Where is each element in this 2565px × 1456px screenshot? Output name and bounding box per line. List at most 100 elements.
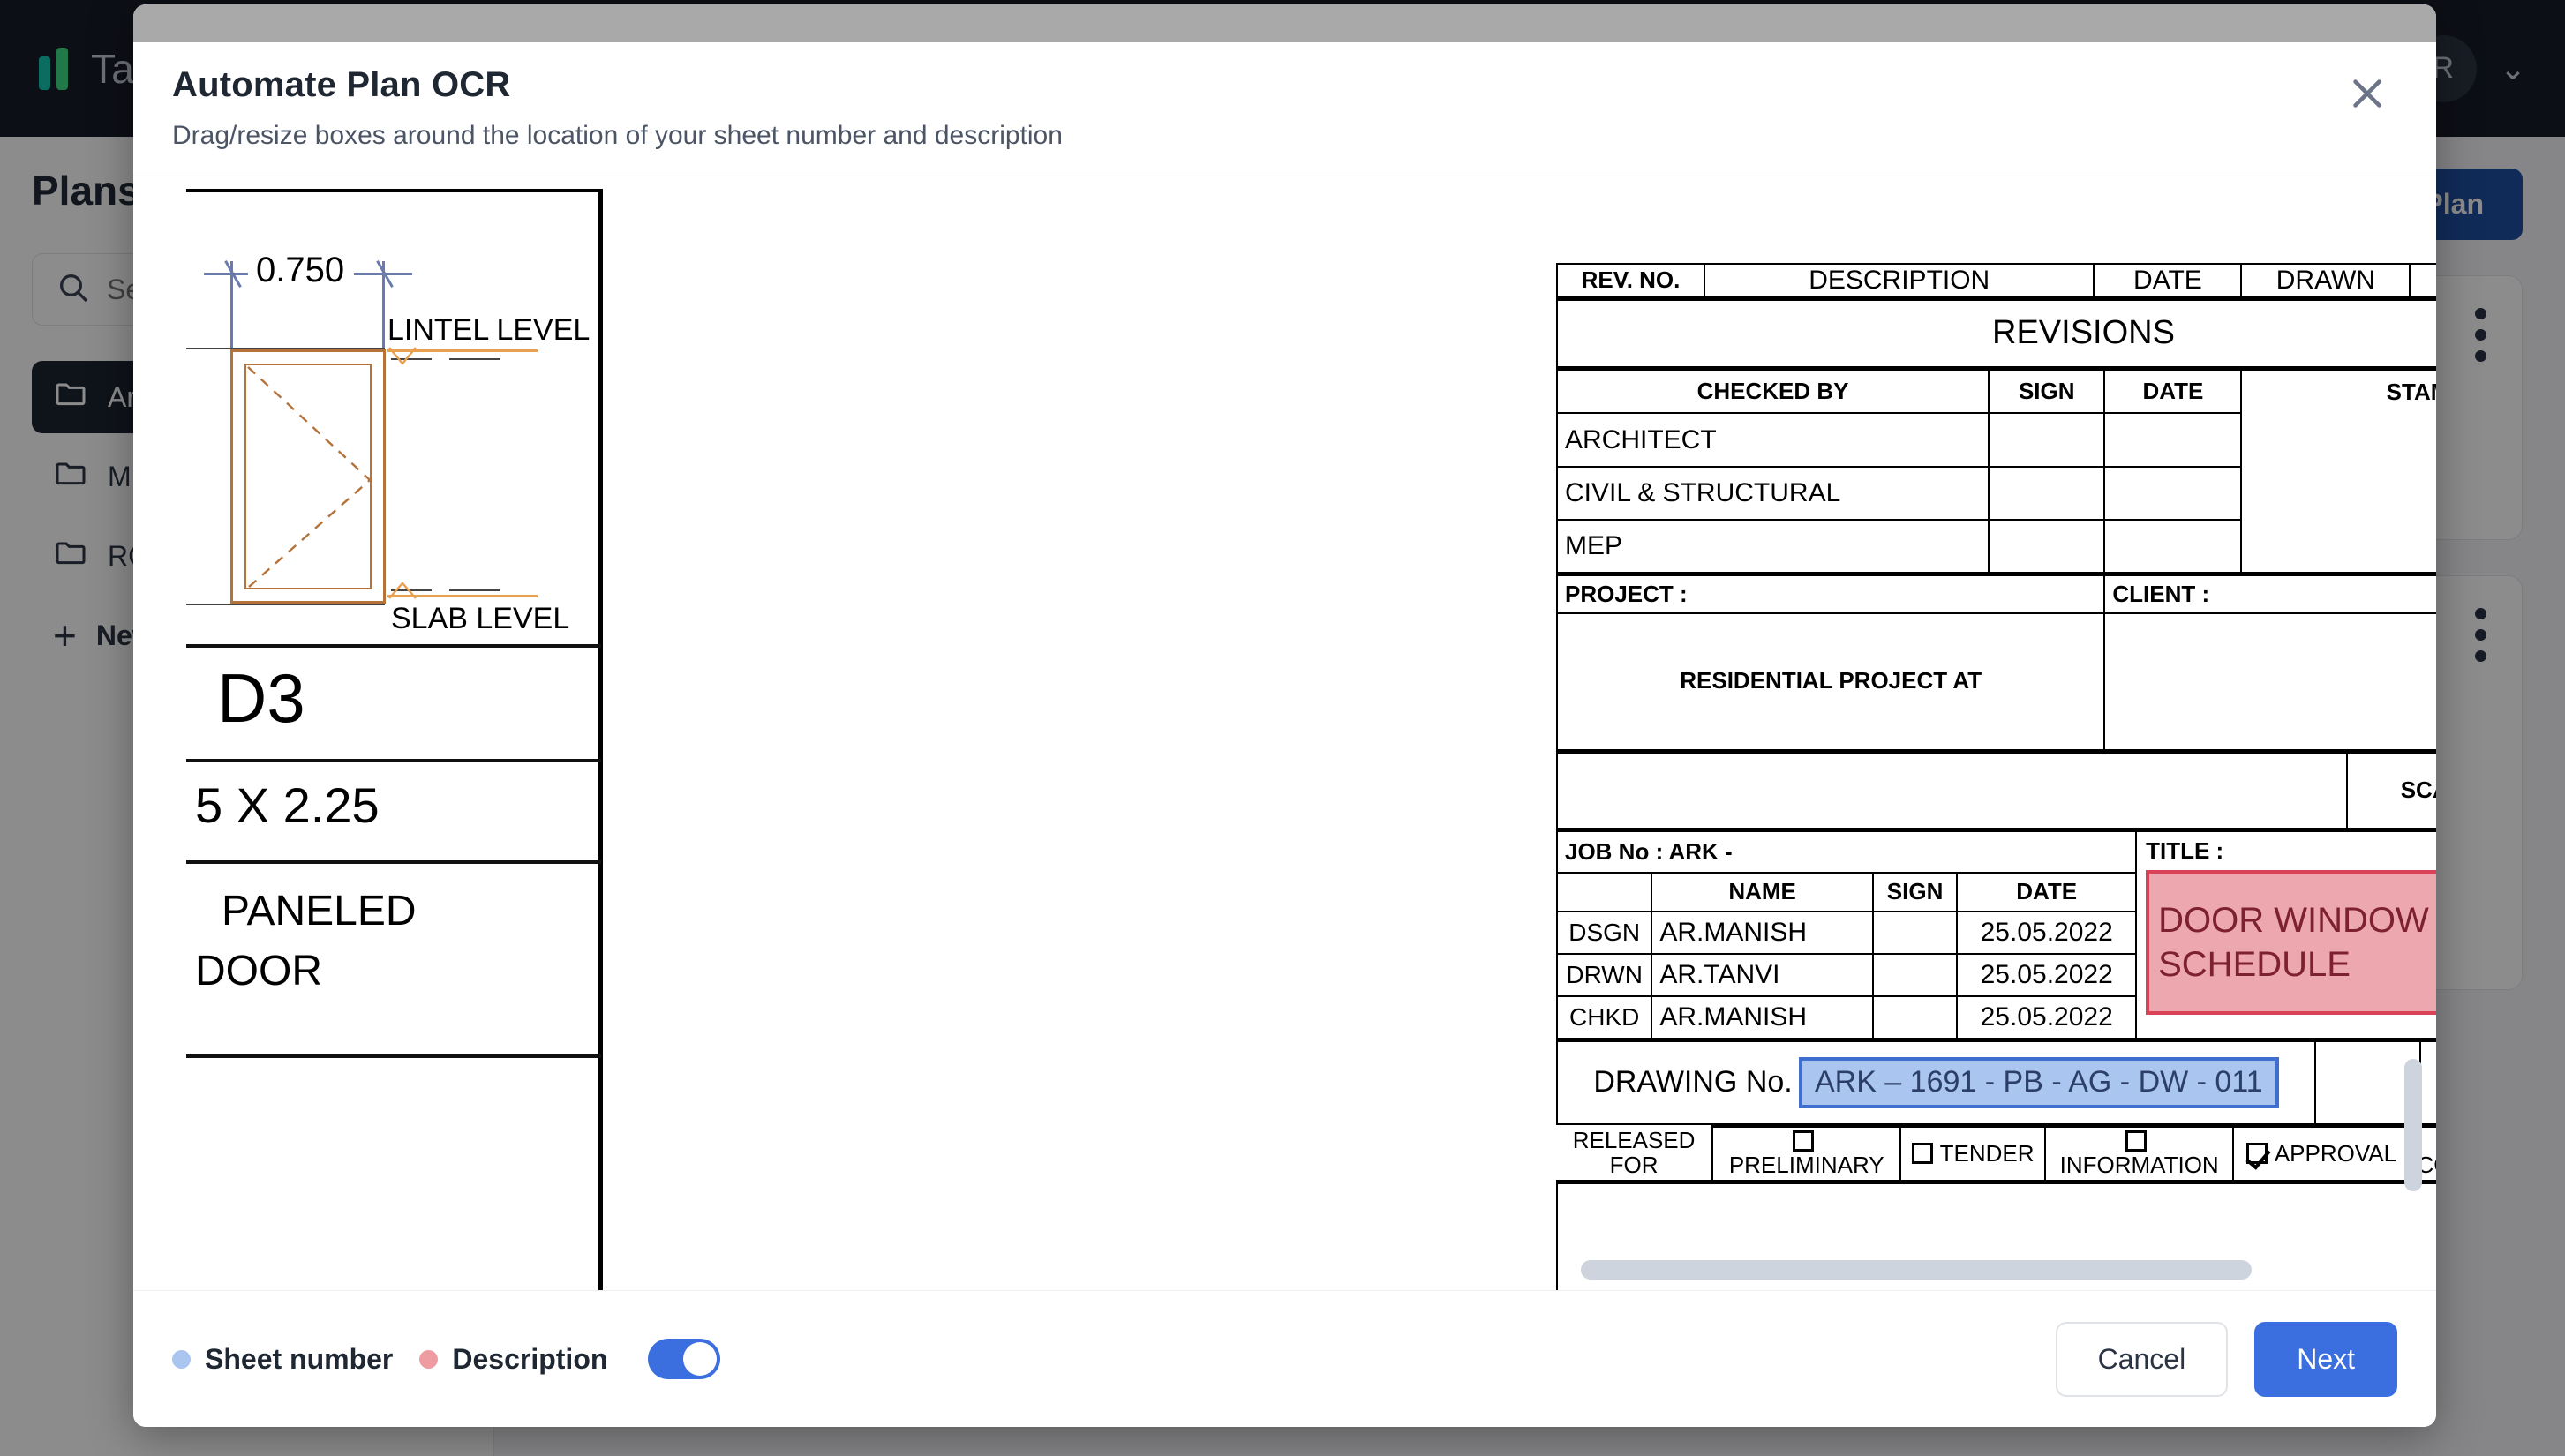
modal-footer: Sheet number Description Cancel Next	[133, 1290, 2436, 1427]
date-cell	[2103, 465, 2243, 521]
revision-header-cell: CHECKED	[2409, 263, 2436, 299]
revision-header-cell: DESCRIPTION	[1704, 263, 2095, 299]
legend-dot-icon	[419, 1349, 439, 1369]
legend-dot-icon	[172, 1349, 191, 1369]
signoff-sign-header: SIGN	[1871, 871, 1959, 912]
project-value: RESIDENTIAL PROJECT AT	[1555, 612, 2106, 751]
drawing-number-row: DRAWING No. ARK – 1691 - PB - AG - DW - …	[1556, 1037, 2436, 1125]
cell-divider	[186, 759, 601, 762]
checked-by-header: CHECKED BY	[1555, 366, 1990, 415]
scale-blank-cell	[1556, 748, 2348, 829]
sign-header: SIGN	[1988, 366, 2106, 415]
legend: Sheet number Description	[172, 1339, 721, 1379]
revision-header-row: REV. NO. DESCRIPTION DATE DRAWN CHECKED	[1555, 263, 2436, 299]
signoff-role: CHKD	[1555, 994, 1653, 1039]
lintel-level-label: LINTEL LEVEL	[387, 313, 590, 347]
dimension-line-left	[204, 273, 248, 275]
date-header: DATE	[2103, 366, 2243, 415]
project-client-table: PROJECT : CLIENT : RESIDENTIAL PROJECT A…	[1555, 572, 2436, 751]
size-label: SIZE	[2428, 1052, 2436, 1076]
stamp-header: STAMP	[2240, 366, 2436, 574]
released-for-table: RELEASED FOR PRELIMINARY TENDER INFORMAT…	[1556, 1122, 2436, 1182]
revisions-label: REVISIONS	[1556, 296, 2436, 368]
client-label: CLIENT :	[2103, 572, 2436, 614]
slab-tick-line	[449, 589, 500, 591]
sheet-number-highlight-box[interactable]: ARK – 1691 - PB - AG - DW - 011	[1798, 1056, 2279, 1108]
job-title-row: JOB No : ARK - TITLE : DOOR WINDOW SCHED…	[1555, 828, 2436, 1039]
modal-header: Automate Plan OCR Drag/resize boxes arou…	[133, 42, 2436, 176]
checkbox-icon[interactable]	[2125, 1130, 2147, 1152]
released-option-approval[interactable]: APPROVAL	[2232, 1122, 2411, 1182]
date-cell	[2103, 518, 2243, 574]
dimension-label: 0.750	[256, 251, 345, 289]
door-swing-icon	[247, 366, 372, 589]
slab-level-label: SLAB LEVEL	[391, 602, 570, 635]
scale-label: SCALE	[2400, 777, 2436, 804]
detail-right-border	[598, 189, 603, 1290]
sign-cell	[1988, 518, 2106, 574]
legend-item-sheet-number: Sheet number	[172, 1343, 393, 1376]
description-toggle[interactable]	[648, 1339, 721, 1379]
title-cell: TITLE : DOOR WINDOW SCHEDULE	[2135, 828, 2436, 1039]
checked-by-table: CHECKED BY SIGN DATE STAMP ARCHITECT	[1555, 366, 2436, 574]
description-highlight-box[interactable]: DOOR WINDOW SCHEDULE	[2146, 870, 2436, 1016]
level-marker-icon	[388, 347, 417, 365]
footer-actions: Cancel Next	[2055, 1321, 2397, 1397]
signoff-role: DSGN	[1555, 910, 1653, 955]
signoff-role: DRWN	[1555, 952, 1653, 997]
job-number: JOB No : ARK -	[1555, 828, 2138, 874]
released-option-information[interactable]: INFORMATION	[2043, 1122, 2235, 1182]
signoff-name: AR.MANISH	[1651, 910, 1874, 955]
modal-top-strip	[133, 4, 2436, 42]
checkbox-checked-icon[interactable]	[2245, 1142, 2268, 1164]
checked-by-header-row: CHECKED BY SIGN DATE STAMP	[1555, 366, 2436, 574]
title-block-table: REV. NO. DESCRIPTION DATE DRAWN CHECKED …	[1555, 263, 2436, 368]
project-client-label-row: PROJECT : CLIENT :	[1555, 572, 2436, 614]
revision-header-cell: DRAWN	[2240, 263, 2411, 299]
next-button[interactable]: Next	[2254, 1321, 2397, 1397]
slab-reference-line	[186, 604, 385, 605]
sign-cell	[1988, 465, 2106, 521]
size-value: A1	[2428, 1085, 2436, 1114]
signoff-date: 25.05.2022	[1956, 910, 2138, 955]
checkbox-icon[interactable]	[1792, 1130, 1814, 1152]
signoff-date: 25.05.2022	[1956, 952, 2138, 997]
size-cell: SIZE A1	[2419, 1037, 2436, 1125]
released-for-label: RELEASED FOR	[1556, 1125, 1714, 1181]
door-type-label-line2: DOOR	[195, 948, 322, 994]
scale-table: SCALE 1:100	[1556, 748, 2436, 829]
door-type-label-line1: PANELED	[222, 888, 417, 934]
signoff-sign	[1871, 994, 1959, 1039]
horizontal-scrollbar[interactable]	[1581, 1260, 2252, 1280]
plan-preview-canvas[interactable]: 0.750 LINTEL LEVEL SLAB LEVEL D3 5 X 2.2…	[133, 176, 2436, 1290]
signoff-title-table: JOB No : ARK - TITLE : DOOR WINDOW SCHED…	[1555, 828, 2436, 1039]
drawing-canvas[interactable]: 0.750 LINTEL LEVEL SLAB LEVEL D3 5 X 2.2…	[133, 176, 2436, 1290]
released-option-tender[interactable]: TENDER	[1899, 1122, 2046, 1182]
cancel-button[interactable]: Cancel	[2055, 1321, 2229, 1397]
drawing-number-table: DRAWING No. ARK – 1691 - PB - AG - DW - …	[1556, 1037, 2436, 1125]
date-cell	[2103, 412, 2243, 468]
vertical-scrollbar[interactable]	[2404, 1059, 2422, 1191]
signoff-date: 25.05.2022	[1956, 994, 2138, 1039]
cell-divider	[186, 1054, 601, 1058]
signoff-name-header: NAME	[1651, 871, 1874, 912]
signoff-role-header	[1555, 871, 1653, 912]
checkbox-icon[interactable]	[1911, 1142, 1933, 1164]
legend-label: Description	[452, 1342, 608, 1375]
legend-item-description: Description	[419, 1343, 607, 1376]
level-marker-icon	[388, 582, 417, 599]
client-value	[2103, 612, 2436, 751]
door-mark-label: D3	[217, 659, 305, 737]
close-icon[interactable]	[2339, 65, 2396, 122]
released-option-preliminary[interactable]: PRELIMINARY	[1711, 1122, 1902, 1182]
signoff-date-header: DATE	[1956, 871, 2138, 912]
modal-title: Automate Plan OCR	[172, 65, 511, 104]
scale-row: SCALE 1:100	[1556, 748, 2436, 829]
signoff-sign	[1871, 910, 1959, 955]
signoff-name: AR.TANVI	[1651, 952, 1874, 997]
signoff-sign	[1871, 952, 1959, 997]
drawing-sheet: 0.750 LINTEL LEVEL SLAB LEVEL D3 5 X 2.2…	[133, 176, 2436, 1290]
lintel-tick-line	[449, 358, 500, 360]
legend-label: Sheet number	[205, 1342, 394, 1375]
revision-header-cell: REV. NO.	[1555, 263, 1706, 299]
